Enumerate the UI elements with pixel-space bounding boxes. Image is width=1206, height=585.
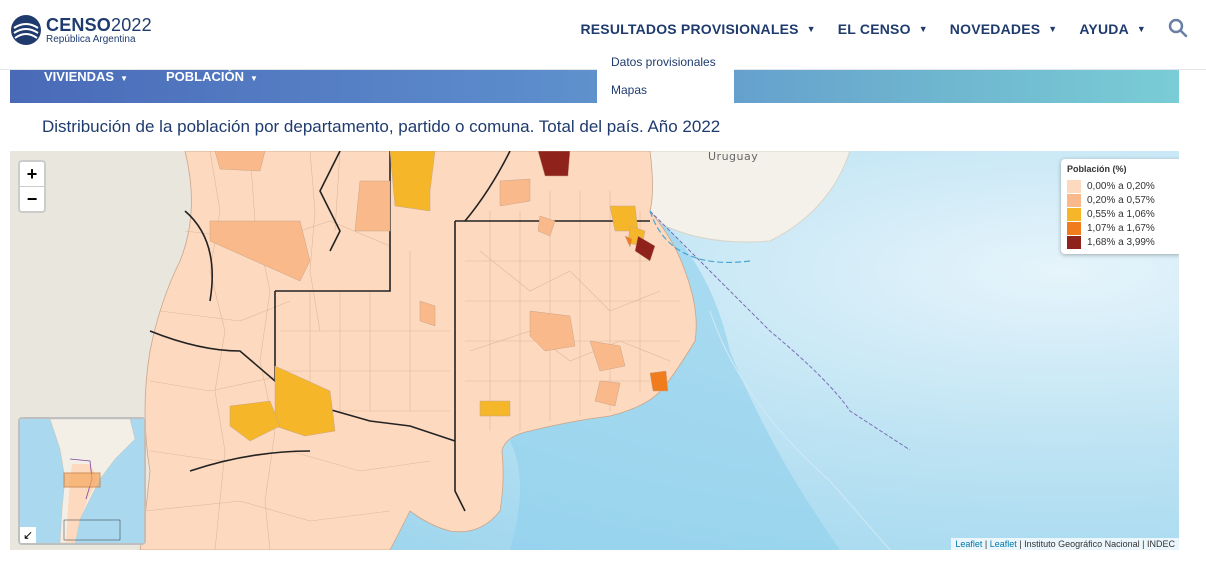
legend-swatch xyxy=(1067,235,1081,249)
map-label-uruguay: Uruguay xyxy=(708,151,759,163)
resultados-dropdown: Datos provisionales Mapas xyxy=(597,45,734,103)
chevron-down-icon: ▼ xyxy=(250,74,258,83)
overview-minimap[interactable]: ↙ xyxy=(18,417,146,545)
nav-ayuda[interactable]: AYUDA ▼ xyxy=(1079,21,1146,37)
main-nav: RESULTADOS PROVISIONALES ▼ EL CENSO ▼ NOVE… xyxy=(558,21,1146,37)
legend-entry: 0,55% a 1,06% xyxy=(1067,207,1176,221)
chevron-down-icon: ▼ xyxy=(1048,24,1058,34)
legend-entry: 0,20% a 0,57% xyxy=(1067,193,1176,207)
legend-swatch xyxy=(1067,221,1081,235)
legend-entry: 1,07% a 1,67% xyxy=(1067,221,1176,235)
chevron-down-icon: ▼ xyxy=(1136,24,1146,34)
legend-title: Población (%) xyxy=(1067,164,1127,174)
legend-swatch xyxy=(1067,179,1081,193)
dropdown-item-mapas[interactable]: Mapas xyxy=(611,83,647,97)
minimap-canvas xyxy=(20,419,144,543)
chevron-down-icon: ▼ xyxy=(806,24,816,34)
zoom-out-button[interactable]: − xyxy=(20,186,44,211)
nav-viviendas[interactable]: VIVIENDAS ▼ xyxy=(44,70,128,103)
map-legend: Población (%) 0,00% a 0,20% 0,20% a 0,57… xyxy=(1061,159,1179,254)
attribution-link-leaflet-2[interactable]: Leaflet xyxy=(990,539,1017,549)
secondary-nav-band: VIVIENDAS ▼ POBLACIÓN ▼ xyxy=(10,70,1179,103)
nav-el-censo[interactable]: EL CENSO ▼ xyxy=(838,21,928,37)
dropdown-item-datos-provisionales[interactable]: Datos provisionales xyxy=(611,55,716,69)
logo-subtitle: República Argentina xyxy=(46,33,136,45)
censo-logo[interactable]: CENSO2022 República Argentina xyxy=(10,14,152,46)
legend-swatch xyxy=(1067,207,1081,221)
logo-title: CENSO2022 xyxy=(46,14,152,35)
logo-mark-icon xyxy=(11,15,41,45)
minimap-toggle-icon[interactable]: ↙ xyxy=(20,527,36,543)
map-canvas xyxy=(10,151,1179,550)
zoom-control: + − xyxy=(18,160,46,213)
chevron-down-icon: ▼ xyxy=(120,74,128,83)
map-attribution: Leaflet | Leaflet | Instituto Geográfico… xyxy=(951,538,1179,550)
legend-entry: 0,00% a 0,20% xyxy=(1067,179,1176,193)
attribution-link-leaflet[interactable]: Leaflet xyxy=(955,539,982,549)
zoom-in-button[interactable]: + xyxy=(20,162,44,186)
nav-resultados-provisionales[interactable]: RESULTADOS PROVISIONALES ▼ xyxy=(580,21,815,37)
legend-swatch xyxy=(1067,193,1081,207)
legend-entry: 1,68% a 3,99% xyxy=(1067,235,1176,249)
nav-novedades[interactable]: NOVEDADES ▼ xyxy=(950,21,1058,37)
nav-poblacion[interactable]: POBLACIÓN ▼ xyxy=(166,70,258,103)
chevron-down-icon: ▼ xyxy=(918,24,928,34)
page-title: Distribución de la población por departa… xyxy=(42,117,721,136)
choropleth-map[interactable]: Uruguay + − Población (%) 0,00% a 0,20% … xyxy=(10,151,1179,550)
search-icon[interactable] xyxy=(1168,18,1188,38)
